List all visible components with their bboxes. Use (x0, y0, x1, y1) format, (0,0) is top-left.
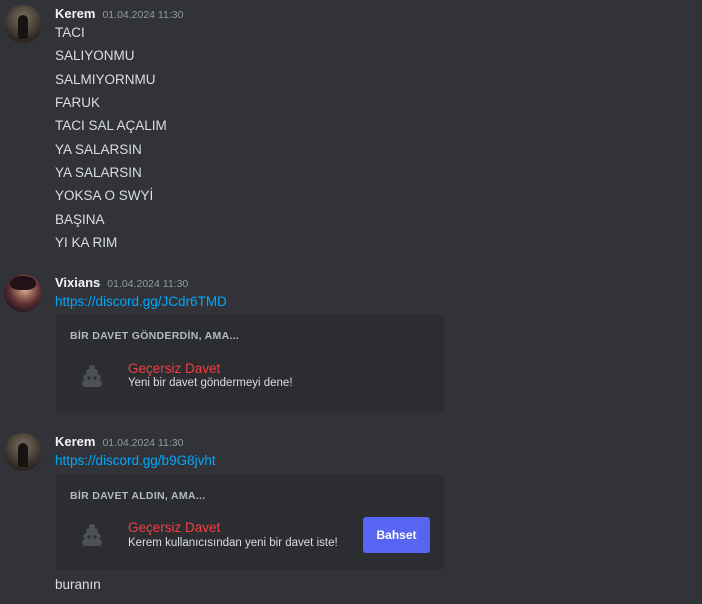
invite-title: BİR DAVET ALDIN, AMA... (70, 490, 206, 502)
message-group-vixians: Vixians 01.04.2024 11:30 https://discord… (0, 270, 702, 420)
invite-subtitle: Kerem kullanıcısından yeni bir davet ist… (128, 537, 338, 549)
message-header: Kerem 01.04.2024 11:30 (55, 434, 183, 449)
message-line: TACI SAL AÇALIM (55, 118, 167, 133)
message-header: Kerem 01.04.2024 11:30 (55, 6, 183, 21)
avatar[interactable] (4, 5, 42, 43)
author-name[interactable]: Kerem (55, 6, 95, 21)
avatar[interactable] (4, 433, 42, 471)
invite-link[interactable]: https://discord.gg/b9G8jvht (55, 452, 216, 470)
message-line: buranın (55, 577, 101, 592)
poop-icon (82, 365, 102, 387)
timestamp: 01.04.2024 11:30 (102, 437, 184, 449)
invite-embed: BİR DAVET GÖNDERDİN, AMA... Geçersiz Dav… (56, 314, 444, 412)
timestamp: 01.04.2024 11:30 (107, 278, 189, 290)
author-name[interactable]: Vixians (55, 275, 100, 290)
message-line: SALIYONMU (55, 48, 135, 63)
invite-link[interactable]: https://discord.gg/JCdr6TMD (55, 293, 227, 311)
message-line: TACI (55, 25, 85, 40)
message-line: BAŞINA (55, 212, 105, 227)
author-name[interactable]: Kerem (55, 434, 95, 449)
avatar[interactable] (4, 274, 42, 312)
mention-button[interactable]: Bahset (363, 517, 430, 553)
message-group-kerem-1: Kerem 01.04.2024 11:30 TACI SALIYONMU SA… (0, 0, 702, 262)
message-group-kerem-2: Kerem 01.04.2024 11:30 https://discord.g… (0, 428, 702, 604)
message-line: YA SALARSIN (55, 142, 142, 157)
message-line: YOKSA O SWYİ (55, 188, 154, 203)
invite-subtitle: Yeni bir davet göndermeyi dene! (128, 377, 293, 389)
invite-embed: BİR DAVET ALDIN, AMA... Geçersiz Davet K… (56, 474, 444, 570)
message-line: YA SALARSIN (55, 165, 142, 180)
message-line: YI KA RIM (55, 235, 118, 250)
message-line: SALMIYORNMU (55, 72, 156, 87)
invite-name: Geçersiz Davet (128, 361, 221, 376)
message-line: FARUK (55, 95, 101, 110)
invite-title: BİR DAVET GÖNDERDİN, AMA... (70, 330, 240, 342)
poop-icon (82, 524, 102, 546)
timestamp: 01.04.2024 11:30 (102, 9, 184, 21)
invite-name: Geçersiz Davet (128, 520, 221, 535)
chat-messages: Kerem 01.04.2024 11:30 TACI SALIYONMU SA… (0, 0, 702, 604)
message-header: Vixians 01.04.2024 11:30 (55, 275, 188, 290)
